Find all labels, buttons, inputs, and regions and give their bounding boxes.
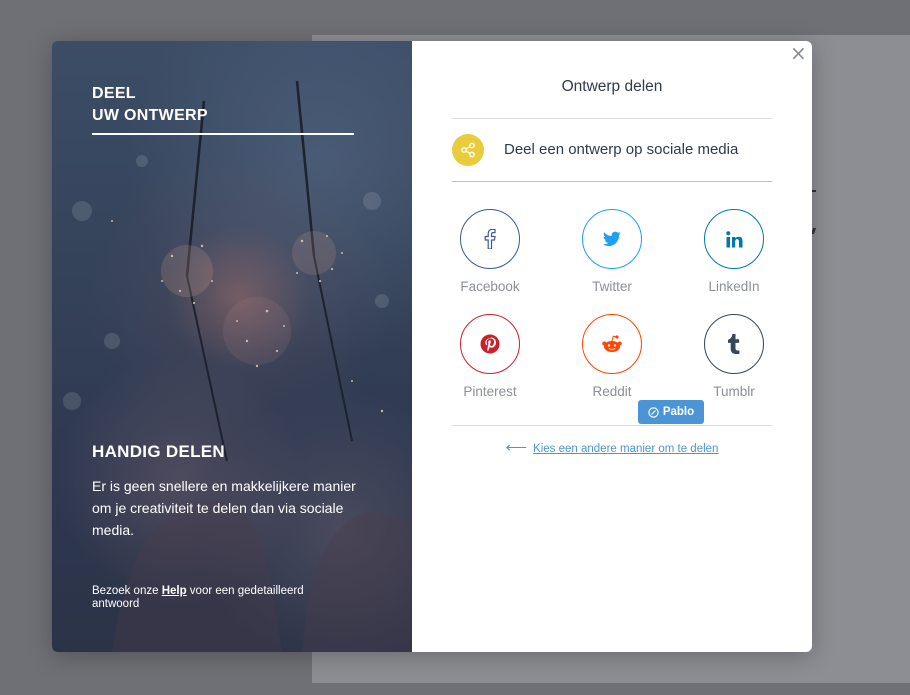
promo-title-line: DEEL [92, 85, 136, 102]
pablo-label: Pablo [662, 406, 695, 418]
social-share-header: Deel een ontwerp op sociale media [452, 134, 772, 182]
pablo-icon [648, 406, 659, 418]
promo-panel: DEEL UW ONTWERP HANDIG DELEN Er is geen … [52, 41, 412, 652]
help-link[interactable]: Help [162, 585, 187, 597]
background-mark [812, 190, 816, 192]
pablo-button[interactable]: Pablo [638, 400, 704, 424]
other-share-link[interactable]: ⟵ Kies een andere manier om te delen [452, 438, 772, 456]
facebook-share-button[interactable]: Facebook [452, 209, 528, 294]
twitter-share-button[interactable]: Twitter [574, 209, 650, 294]
twitter-icon [582, 209, 642, 269]
pinterest-icon [460, 314, 520, 374]
divider [452, 118, 772, 119]
network-label: LinkedIn [708, 279, 760, 294]
social-share-label: Deel een ontwerp op sociale media [504, 141, 739, 158]
tumblr-icon [704, 314, 764, 374]
reddit-share-button[interactable]: Reddit [574, 314, 650, 399]
arrow-left-icon: ⟵ [505, 439, 528, 456]
network-label: Facebook [460, 279, 520, 294]
network-grid: Facebook Twitter LinkedIn Pinterest Redd… [452, 209, 772, 399]
share-modal: DEEL UW ONTWERP HANDIG DELEN Er is geen … [52, 41, 812, 652]
network-label: Reddit [592, 384, 632, 399]
pinterest-share-button[interactable]: Pinterest [452, 314, 528, 399]
other-share-label: Kies een andere manier om te delen [533, 443, 719, 455]
promo-title: DEEL UW ONTWERP [92, 83, 354, 135]
help-note-prefix: Bezoek onze [92, 585, 162, 597]
share-panel: × Ontwerp delen Deel een ontwerp op soci… [412, 41, 812, 652]
share-icon [452, 134, 484, 166]
divider [452, 425, 772, 426]
facebook-icon [460, 209, 520, 269]
network-label: Tumblr [713, 384, 755, 399]
reddit-icon [582, 314, 642, 374]
close-button[interactable]: × [790, 43, 807, 63]
linkedin-icon [704, 209, 764, 269]
promo-heading: HANDIG DELEN [92, 442, 225, 461]
dialog-title: Ontwerp delen [561, 78, 663, 95]
network-label: Twitter [592, 279, 632, 294]
promo-title-line: UW ONTWERP [92, 107, 208, 124]
linkedin-share-button[interactable]: LinkedIn [696, 209, 772, 294]
network-label: Pinterest [463, 384, 517, 399]
help-note: Bezoek onze Help voor een gedetailleerd … [92, 585, 352, 611]
tumblr-share-button[interactable]: Tumblr [696, 314, 772, 399]
close-icon: × [790, 41, 807, 65]
promo-body: Er is geen snellere en makkelijkere mani… [92, 478, 356, 538]
